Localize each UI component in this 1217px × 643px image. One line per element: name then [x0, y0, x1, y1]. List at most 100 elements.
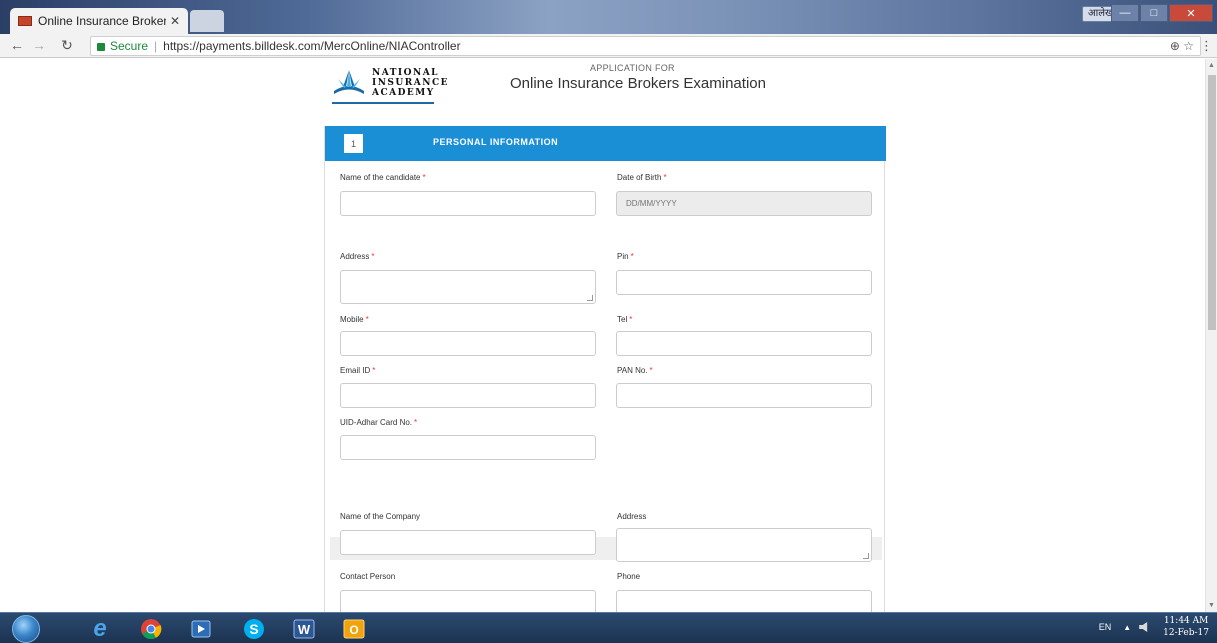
label-text: Mobile	[340, 315, 364, 324]
tel-input[interactable]	[616, 331, 872, 356]
logo-wordmark: NATIONAL INSURANCE ACADEMY	[372, 68, 449, 98]
label-text: Date of Birth	[617, 173, 662, 182]
label-text: Pin	[617, 252, 629, 261]
page-scrollbar[interactable]: ▲ ▼	[1205, 59, 1217, 612]
uid-label: UID-Adhar Card No. *	[340, 418, 417, 427]
mobile-label: Mobile *	[340, 315, 369, 324]
pin-input[interactable]	[616, 270, 872, 295]
nia-logo: NATIONAL INSURANCE ACADEMY	[332, 67, 449, 99]
logo-line: NATIONAL	[372, 68, 440, 78]
system-tray: EN ▲ 11:44 AM 12-Feb-17	[1099, 615, 1209, 639]
application-form: 1 PERSONAL INFORMATION Name of the candi…	[324, 126, 886, 612]
label-text: UID-Adhar Card No.	[340, 418, 413, 427]
taskbar-clock[interactable]: 11:44 AM 12-Feb-17	[1163, 615, 1209, 639]
label-text: Address	[340, 252, 370, 261]
zoom-and-bookmark-icons[interactable]: ⊕ ☆	[1170, 39, 1194, 53]
dob-label: Date of Birth *	[617, 173, 667, 182]
tab-title: Online Insurance Broker	[38, 14, 166, 28]
word-icon[interactable]: W	[286, 616, 322, 642]
company-name-input[interactable]	[340, 530, 596, 555]
address-bar[interactable]: Secure | https://payments.billdesk.com/M…	[90, 36, 1201, 56]
pan-label: PAN No. *	[617, 366, 653, 375]
minimize-button[interactable]: —	[1111, 4, 1139, 22]
email-label: Email ID *	[340, 366, 375, 375]
section-title: PERSONAL INFORMATION	[433, 137, 559, 147]
application-for-label: APPLICATION FOR	[590, 63, 675, 73]
required-mark: *	[663, 173, 667, 182]
logo-line: ACADEMY	[372, 88, 435, 98]
sponsor-address-textarea[interactable]	[616, 528, 872, 562]
svg-text:S: S	[249, 621, 258, 637]
date-of-birth-input[interactable]	[616, 191, 872, 216]
address-label: Address *	[340, 252, 374, 261]
reload-icon[interactable]: ↻	[58, 37, 76, 54]
form-section-header: 1 PERSONAL INFORMATION	[325, 126, 886, 161]
email-input[interactable]	[340, 383, 596, 408]
lock-icon	[97, 43, 105, 51]
scroll-down-icon[interactable]: ▼	[1208, 602, 1215, 609]
volume-icon[interactable]	[1139, 622, 1148, 632]
company-name-label: Name of the Company	[340, 512, 421, 521]
required-mark: *	[649, 366, 653, 375]
browser-titlebar: Online Insurance Broker ✕ आलेख — □ ✕	[0, 0, 1217, 34]
browser-menu-icon[interactable]: ⋮	[1200, 38, 1213, 54]
outlook-logo-icon: O	[343, 619, 365, 639]
new-tab-button[interactable]	[190, 10, 224, 32]
start-button[interactable]	[12, 615, 40, 643]
pan-input[interactable]	[616, 383, 872, 408]
pin-label: Pin *	[617, 252, 634, 261]
svg-text:W: W	[298, 622, 311, 637]
tel-label: Tel *	[617, 315, 632, 324]
tab-close-icon[interactable]: ✕	[170, 14, 180, 28]
sponsor-address-label: Address	[617, 512, 647, 521]
window-close-button[interactable]: ✕	[1169, 4, 1213, 22]
required-mark: *	[414, 418, 418, 427]
windows-taskbar: e S W O EN ▲ 11:44 AM 12-Feb-17	[0, 612, 1217, 643]
window-controls: — □ ✕	[1110, 4, 1213, 22]
maximize-button[interactable]: □	[1140, 4, 1168, 22]
label-text: Email ID	[340, 366, 371, 375]
tray-expand-icon[interactable]: ▲	[1123, 623, 1131, 632]
contact-person-label: Contact Person	[340, 572, 396, 581]
word-logo-icon: W	[293, 619, 315, 639]
required-mark: *	[365, 315, 369, 324]
forward-arrow-icon[interactable]: →	[30, 37, 48, 53]
skype-icon[interactable]: S	[236, 616, 272, 642]
phone-label: Phone	[617, 572, 641, 581]
tab-favicon-icon	[18, 16, 32, 26]
clock-date: 12-Feb-17	[1163, 628, 1209, 638]
svg-text:O: O	[349, 623, 358, 637]
browser-toolbar: ← → ↻ Secure | https://payments.billdesk…	[0, 34, 1217, 58]
clock-time: 11:44 AM	[1163, 616, 1209, 626]
name-label: Name of the candidate *	[340, 173, 426, 182]
mobile-input[interactable]	[340, 331, 596, 356]
secure-label: Secure	[110, 39, 149, 53]
address-textarea[interactable]	[340, 270, 596, 304]
internet-explorer-icon[interactable]: e	[82, 615, 118, 642]
phone-input[interactable]	[616, 590, 872, 612]
url-separator: |	[154, 39, 158, 53]
label-text: Name of the candidate	[340, 173, 421, 182]
contact-person-input[interactable]	[340, 590, 596, 612]
logo-underline	[332, 102, 434, 104]
scrollbar-thumb[interactable]	[1208, 75, 1216, 330]
media-logo-icon	[191, 620, 211, 638]
required-mark: *	[629, 315, 633, 324]
logo-line: INSURANCE	[372, 78, 449, 88]
scroll-up-icon[interactable]: ▲	[1208, 62, 1215, 69]
step-number-badge: 1	[344, 134, 363, 153]
outlook-icon[interactable]: O	[336, 616, 372, 642]
required-mark: *	[371, 252, 375, 261]
media-player-icon[interactable]	[183, 616, 219, 642]
candidate-name-input[interactable]	[340, 191, 596, 216]
logo-emblem-icon	[334, 70, 364, 94]
chrome-logo-icon	[141, 619, 162, 640]
page-title: Online Insurance Brokers Examination	[510, 75, 766, 92]
back-arrow-icon[interactable]: ←	[8, 37, 26, 53]
required-mark: *	[422, 173, 426, 182]
browser-tab[interactable]: Online Insurance Broker ✕	[10, 8, 188, 34]
uid-aadhar-input[interactable]	[340, 435, 596, 460]
input-language[interactable]: EN	[1099, 622, 1112, 632]
label-text: PAN No.	[617, 366, 648, 375]
chrome-icon[interactable]	[133, 616, 169, 642]
